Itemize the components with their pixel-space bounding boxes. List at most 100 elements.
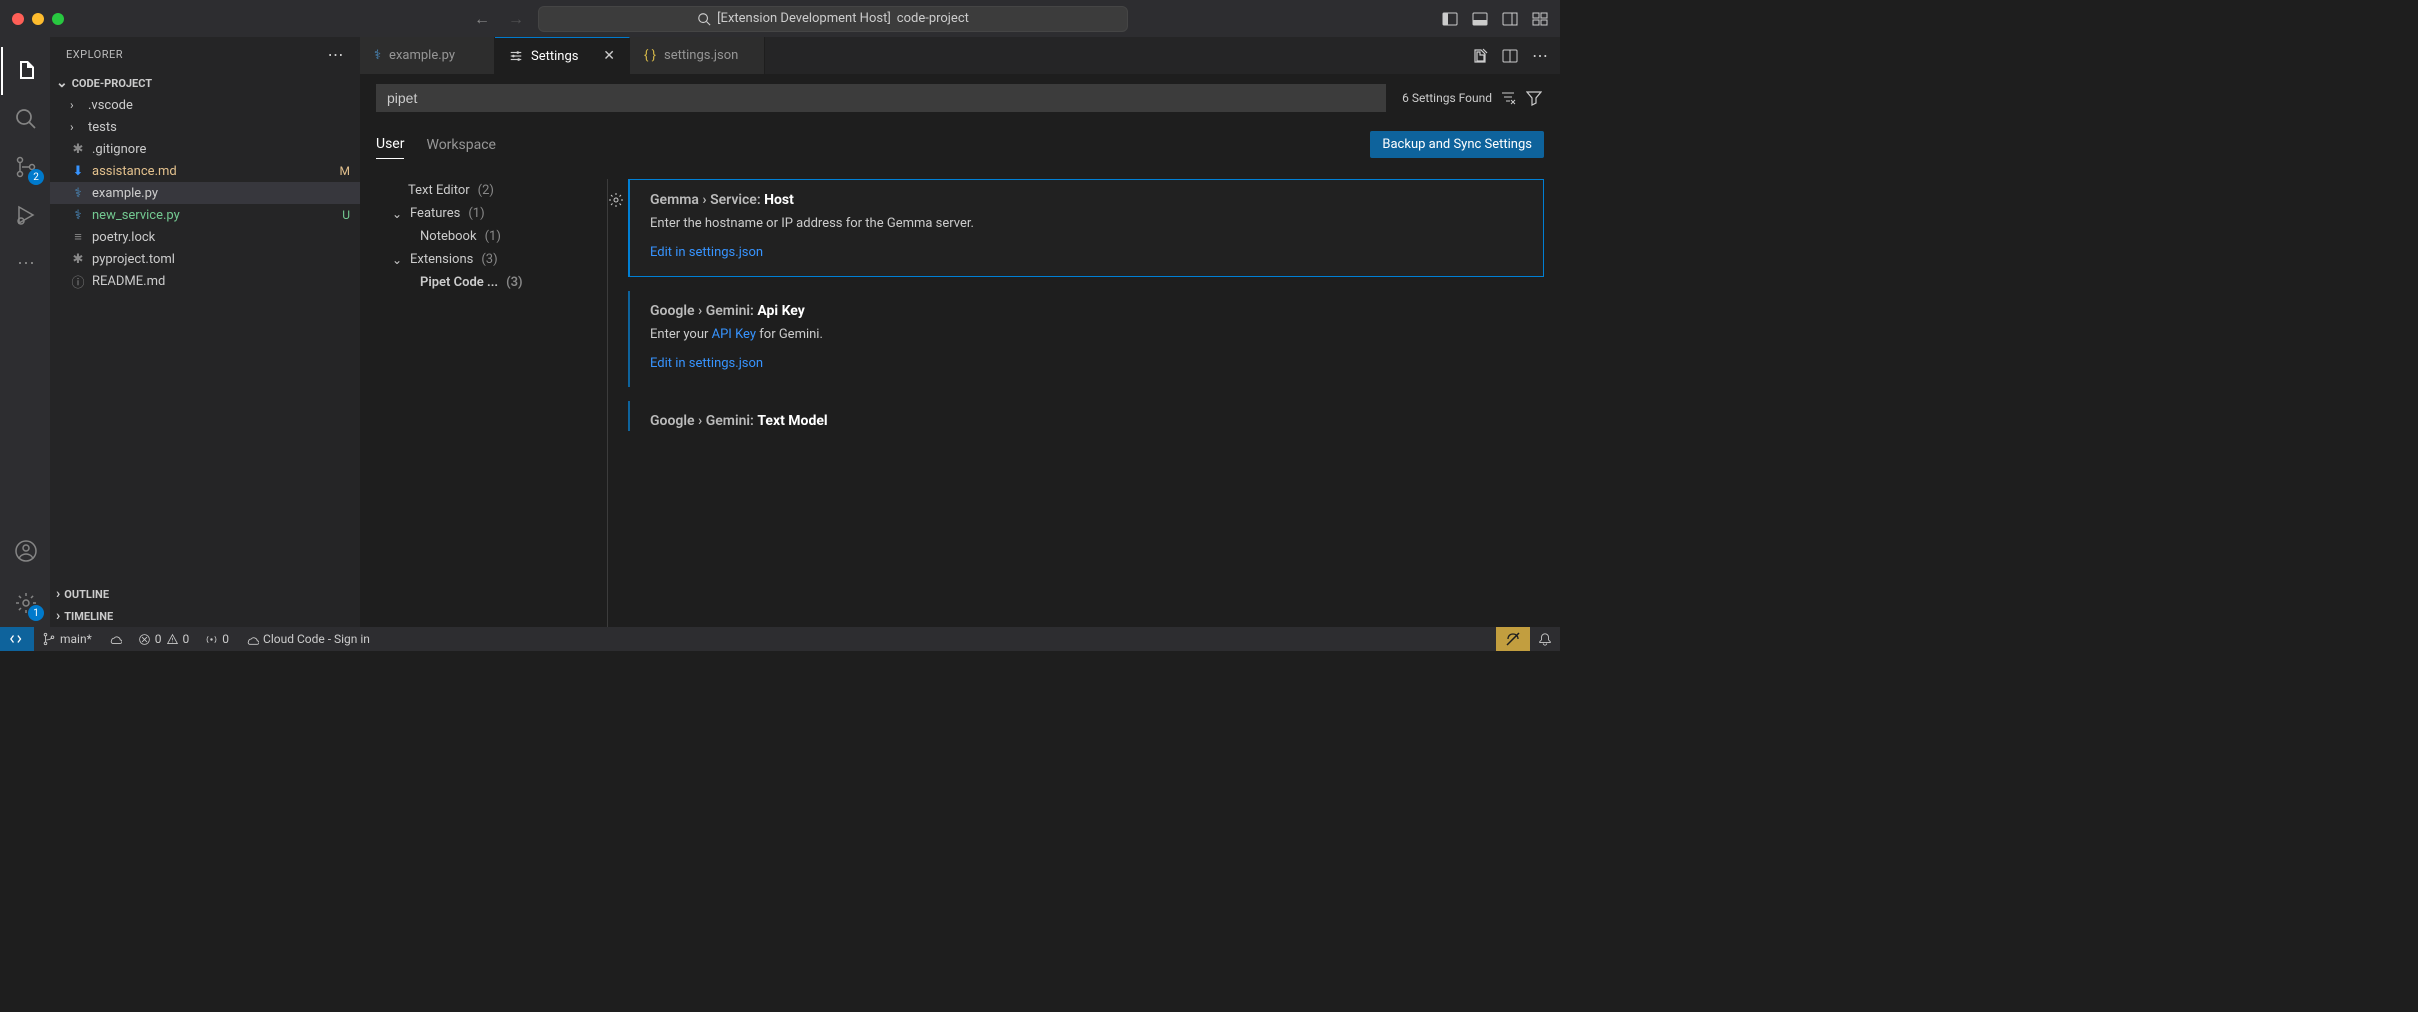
setting-name: Host bbox=[764, 192, 794, 208]
sidebar-title: EXPLORER bbox=[66, 48, 123, 61]
lines-icon: ≡ bbox=[70, 229, 86, 245]
setting-google-gemini-text-model[interactable]: Google › Gemini: Text Model bbox=[628, 401, 1544, 431]
activity-search[interactable] bbox=[2, 95, 50, 143]
minimize-window-button[interactable] bbox=[32, 13, 44, 25]
settings-list: Gemma › Service: Host Enter the hostname… bbox=[608, 179, 1544, 627]
project-name: CODE-PROJECT bbox=[72, 77, 152, 90]
setting-crumb: Google › Gemini: bbox=[650, 303, 754, 319]
toc-count: (3) bbox=[506, 275, 523, 290]
tab-settings[interactable]: Settings ✕ bbox=[495, 37, 630, 74]
toc-pipet-code[interactable]: Pipet Code ... (3) bbox=[376, 271, 599, 294]
edit-in-settings-json-link[interactable]: Edit in settings.json bbox=[650, 245, 763, 260]
braces-icon: { } bbox=[644, 48, 656, 63]
setting-description: Enter the hostname or IP address for the… bbox=[650, 216, 1527, 231]
api-key-link[interactable]: API Key bbox=[712, 327, 756, 342]
nav-back-icon[interactable]: ← bbox=[474, 9, 490, 29]
command-center[interactable]: [Extension Development Host] code-projec… bbox=[538, 6, 1128, 32]
scm-badge: 2 bbox=[28, 169, 44, 185]
toggle-secondary-sidebar-icon[interactable] bbox=[1502, 11, 1518, 27]
folder-label: .vscode bbox=[88, 98, 133, 113]
edit-in-settings-json-link[interactable]: Edit in settings.json bbox=[650, 356, 763, 371]
search-icon bbox=[697, 12, 711, 26]
chevron-down-icon: ⌄ bbox=[56, 75, 68, 91]
toc-label: Notebook bbox=[420, 229, 477, 244]
activity-settings[interactable]: 1 bbox=[2, 579, 50, 627]
file-assistance-md[interactable]: ⬇ assistance.md M bbox=[50, 160, 360, 182]
file-readme-md[interactable]: ⓘ README.md bbox=[50, 270, 360, 292]
copilot-slash-icon bbox=[1505, 631, 1521, 647]
backup-sync-button[interactable]: Backup and Sync Settings bbox=[1370, 131, 1544, 158]
close-icon[interactable]: ✕ bbox=[603, 48, 615, 64]
file-new-service-py[interactable]: ⚕ new_service.py U bbox=[50, 204, 360, 226]
file-pyproject-toml[interactable]: ✱ pyproject.toml bbox=[50, 248, 360, 270]
tab-label: example.py bbox=[389, 48, 455, 63]
window-title-project: code-project bbox=[897, 11, 969, 26]
setting-google-gemini-api-key[interactable]: Google › Gemini: Api Key Enter your API … bbox=[628, 291, 1544, 387]
toc-label: Text Editor bbox=[408, 183, 470, 198]
file-label: new_service.py bbox=[92, 208, 180, 223]
file-gitignore[interactable]: ✱ .gitignore bbox=[50, 138, 360, 160]
status-problems[interactable]: 0 0 bbox=[130, 632, 198, 646]
chevron-right-icon: › bbox=[70, 120, 82, 134]
folder-vscode[interactable]: › .vscode bbox=[50, 94, 360, 116]
info-icon: ⓘ bbox=[70, 272, 86, 291]
open-settings-json-icon[interactable] bbox=[1472, 48, 1488, 64]
settings-search-input[interactable] bbox=[376, 84, 1386, 112]
settings-scope-tabs: User Workspace Backup and Sync Settings bbox=[376, 130, 1544, 159]
nav-forward-icon[interactable]: → bbox=[508, 9, 524, 29]
toggle-panel-icon[interactable] bbox=[1472, 11, 1488, 27]
main-layout: 2 ⋯ 1 EXPLORER ⋯ ⌄ CODE-PROJECT › bbox=[0, 37, 1560, 627]
status-branch[interactable]: main* bbox=[34, 632, 100, 646]
file-example-py[interactable]: ⚕ example.py bbox=[50, 182, 360, 204]
toggle-primary-sidebar-icon[interactable] bbox=[1442, 11, 1458, 27]
status-copilot-disabled[interactable] bbox=[1496, 627, 1530, 651]
status-cloud-code[interactable]: Cloud Code - Sign in bbox=[237, 632, 378, 646]
sidebar-header: EXPLORER ⋯ bbox=[50, 37, 360, 72]
sidebar-more-icon[interactable]: ⋯ bbox=[328, 45, 345, 64]
folder-tests[interactable]: › tests bbox=[50, 116, 360, 138]
scope-tab-workspace[interactable]: Workspace bbox=[426, 131, 496, 159]
folder-label: tests bbox=[88, 120, 117, 135]
toc-features[interactable]: ⌄ Features (1) bbox=[376, 202, 599, 225]
explorer-project-header[interactable]: ⌄ CODE-PROJECT bbox=[50, 72, 360, 94]
split-editor-icon[interactable] bbox=[1502, 48, 1518, 64]
window-title-prefix: [Extension Development Host] bbox=[717, 11, 891, 26]
filter-icon[interactable] bbox=[1526, 90, 1544, 106]
chevron-down-icon: ⌄ bbox=[392, 253, 406, 267]
settings-main: Text Editor (2) ⌄ Features (1) Notebook … bbox=[376, 179, 1544, 627]
remote-indicator[interactable] bbox=[0, 627, 34, 651]
maximize-window-button[interactable] bbox=[52, 13, 64, 25]
status-ports[interactable]: 0 bbox=[197, 632, 237, 646]
toc-count: (3) bbox=[481, 252, 497, 267]
activity-source-control[interactable]: 2 bbox=[2, 143, 50, 191]
timeline-header[interactable]: › TIMELINE bbox=[50, 605, 360, 627]
toc-text-editor[interactable]: Text Editor (2) bbox=[376, 179, 599, 202]
file-poetry-lock[interactable]: ≡ poetry.lock bbox=[50, 226, 360, 248]
chevron-right-icon: › bbox=[70, 98, 82, 112]
tab-settings-json[interactable]: { } settings.json bbox=[630, 37, 765, 74]
sidebar: EXPLORER ⋯ ⌄ CODE-PROJECT › .vscode › te… bbox=[50, 37, 360, 627]
bell-icon bbox=[1538, 632, 1552, 646]
toc-extensions[interactable]: ⌄ Extensions (3) bbox=[376, 248, 599, 271]
file-label: .gitignore bbox=[92, 142, 146, 157]
activity-accounts[interactable] bbox=[2, 527, 50, 575]
outline-header[interactable]: › OUTLINE bbox=[50, 583, 360, 605]
activity-explorer[interactable] bbox=[1, 47, 49, 95]
clear-search-icon[interactable] bbox=[1500, 90, 1518, 106]
customize-layout-icon[interactable] bbox=[1532, 11, 1548, 27]
sidebar-bottom-sections: › OUTLINE › TIMELINE bbox=[50, 583, 360, 627]
close-window-button[interactable] bbox=[12, 13, 24, 25]
activity-run-debug[interactable] bbox=[2, 191, 50, 239]
account-icon bbox=[14, 539, 38, 563]
ellipsis-icon[interactable]: ⋯ bbox=[1532, 46, 1548, 65]
gear-icon[interactable] bbox=[608, 192, 624, 208]
scope-tab-user[interactable]: User bbox=[376, 130, 404, 159]
ellipsis-icon: ⋯ bbox=[17, 253, 35, 274]
tab-example-py[interactable]: ⚕ example.py bbox=[360, 37, 495, 74]
activity-more[interactable]: ⋯ bbox=[2, 239, 50, 287]
toc-notebook[interactable]: Notebook (1) bbox=[376, 225, 599, 248]
setting-gemma-service-host[interactable]: Gemma › Service: Host Enter the hostname… bbox=[628, 179, 1544, 277]
status-notifications[interactable] bbox=[1530, 627, 1560, 651]
status-sync[interactable] bbox=[100, 632, 130, 646]
toc-label: Features bbox=[410, 206, 460, 221]
